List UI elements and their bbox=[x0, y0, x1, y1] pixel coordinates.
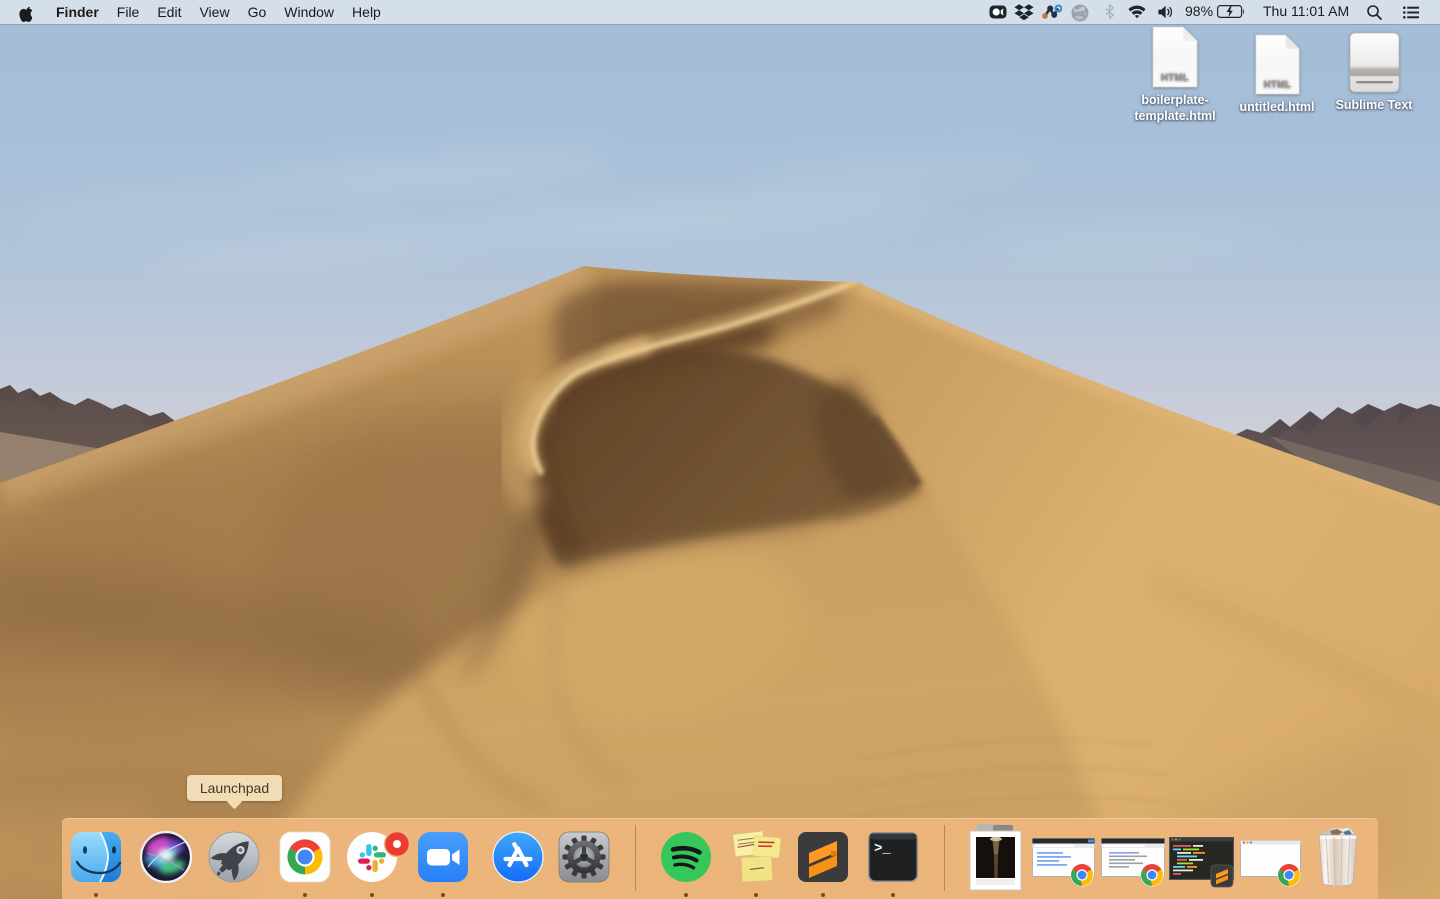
svg-text:HTML: HTML bbox=[1161, 72, 1189, 83]
svg-text:HTML: HTML bbox=[1263, 79, 1290, 89]
svg-text:>_: >_ bbox=[874, 841, 891, 857]
